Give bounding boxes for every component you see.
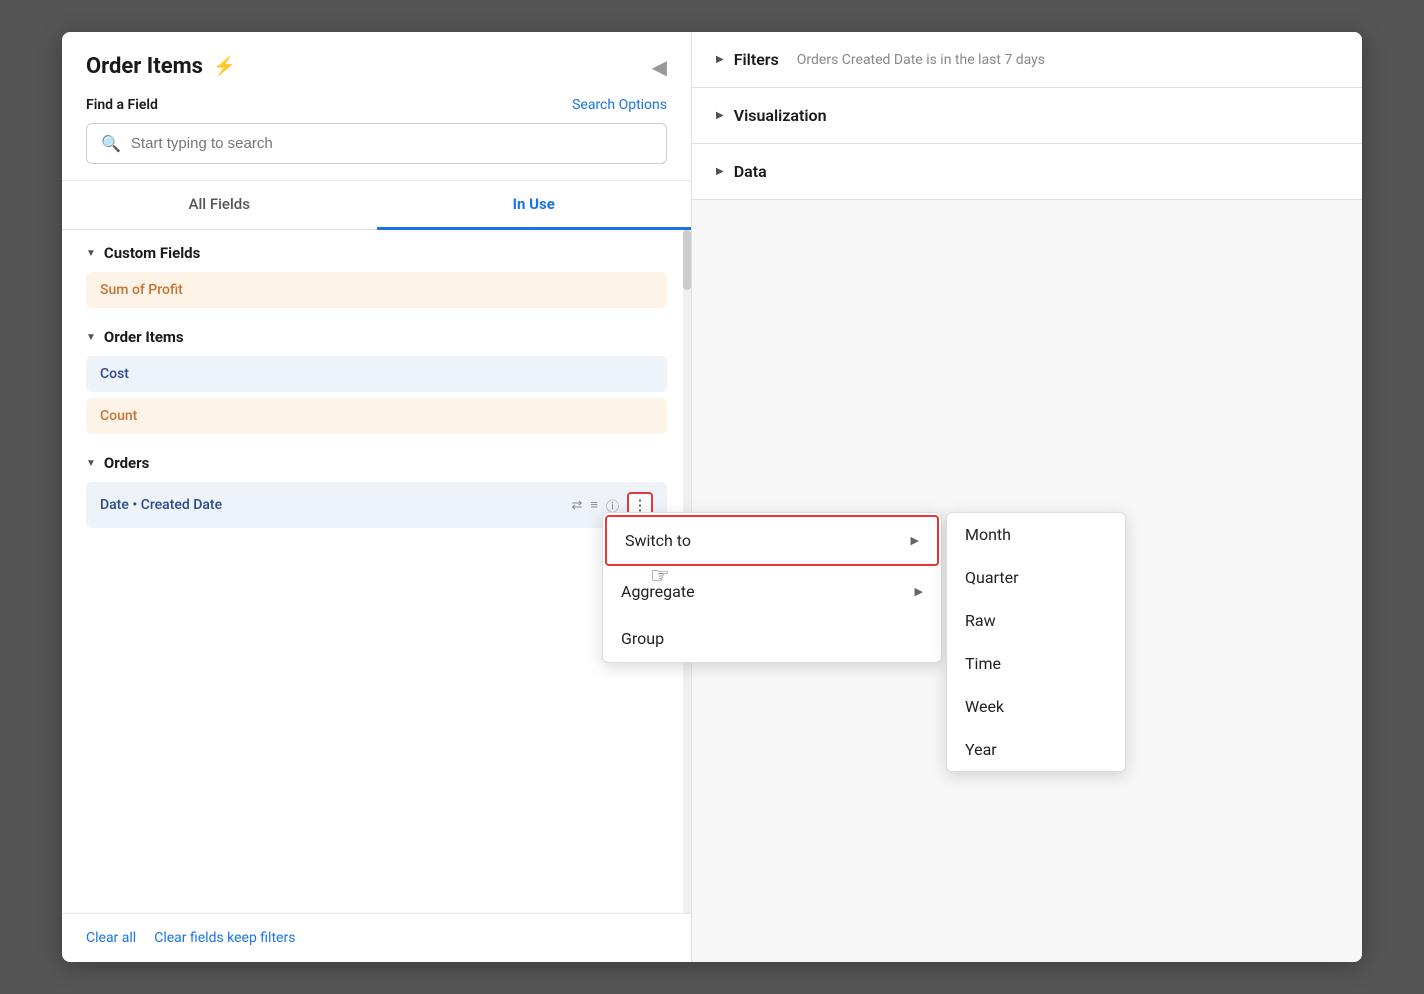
section-header-orders[interactable]: ▼ Orders <box>86 440 667 482</box>
chevron-right-icon: ▶ <box>716 54 724 65</box>
section-header-order-items[interactable]: ▼ Order Items <box>86 314 667 356</box>
left-title-row: Order Items ⚡ <box>86 54 235 79</box>
switch-week-item[interactable]: Week <box>947 685 1125 728</box>
scrollbar-thumb[interactable] <box>683 230 691 290</box>
context-menu-overlay: Switch to ▶ ☞ Aggregate ▶ Group Month Qu… <box>602 512 1126 772</box>
bolt-icon[interactable]: ⚡ <box>213 56 235 77</box>
context-menu-secondary: Month Quarter Raw Time Week Year <box>946 512 1126 772</box>
visualization-section: ▶ Visualization <box>692 88 1362 144</box>
data-section: ▶ Data <box>692 144 1362 200</box>
field-list: ▼ Custom Fields Sum of Profit ▼ Order It… <box>62 230 691 913</box>
switch-time-item[interactable]: Time <box>947 642 1125 685</box>
group-menu-item[interactable]: Group <box>603 615 941 662</box>
chevron-down-icon: ▼ <box>86 458 96 469</box>
filter-icon[interactable]: ≡ <box>590 497 598 513</box>
section-order-items: ▼ Order Items Cost Count <box>62 314 691 434</box>
chevron-down-icon: ▼ <box>86 248 96 259</box>
back-icon[interactable]: ◀ <box>652 55 667 79</box>
tab-in-use[interactable]: In Use <box>377 181 692 230</box>
filters-section-header[interactable]: ▶ Filters Orders Created Date is in the … <box>692 32 1362 87</box>
switch-quarter-item[interactable]: Quarter <box>947 556 1125 599</box>
chevron-right-icon: ▶ <box>716 166 724 177</box>
list-item[interactable]: Sum of Profit <box>86 272 667 308</box>
tab-all-fields[interactable]: All Fields <box>62 181 377 230</box>
search-box: 🔍 <box>86 123 667 164</box>
submenu-arrow-icon: ▶ <box>915 585 923 598</box>
filters-section: ▶ Filters Orders Created Date is in the … <box>692 32 1362 88</box>
find-field-label: Find a Field <box>86 97 158 113</box>
switch-year-item[interactable]: Year <box>947 728 1125 771</box>
switch-month-item[interactable]: Month <box>947 513 1125 556</box>
left-header: Order Items ⚡ ◀ Find a Field Search Opti… <box>62 32 691 181</box>
data-section-header[interactable]: ▶ Data <box>692 144 1362 199</box>
search-input[interactable] <box>131 135 652 152</box>
visualization-section-header[interactable]: ▶ Visualization <box>692 88 1362 143</box>
list-item[interactable]: Date • Created Date ⇄ ≡ ⓘ ⋮ <box>86 482 667 528</box>
list-item[interactable]: Count <box>86 398 667 434</box>
section-header-custom-fields[interactable]: ▼ Custom Fields <box>86 230 667 272</box>
chevron-right-icon: ▶ <box>716 110 724 121</box>
swap-icon[interactable]: ⇄ <box>571 498 582 513</box>
left-header-top: Order Items ⚡ ◀ <box>86 54 667 79</box>
main-window: Order Items ⚡ ◀ Find a Field Search Opti… <box>62 32 1362 962</box>
context-menu-main: Switch to ▶ ☞ Aggregate ▶ Group <box>602 512 942 663</box>
right-panel: ▶ Filters Orders Created Date is in the … <box>692 32 1362 962</box>
submenu-arrow-icon: ▶ <box>911 534 919 547</box>
switch-raw-item[interactable]: Raw <box>947 599 1125 642</box>
chevron-down-icon: ▼ <box>86 332 96 343</box>
section-custom-fields: ▼ Custom Fields Sum of Profit <box>62 230 691 308</box>
switch-to-menu-item[interactable]: Switch to ▶ ☞ <box>605 515 939 566</box>
find-field-row: Find a Field Search Options <box>86 97 667 113</box>
panel-title: Order Items <box>86 54 203 79</box>
search-options-link[interactable]: Search Options <box>572 97 667 113</box>
list-item[interactable]: Cost <box>86 356 667 392</box>
section-orders: ▼ Orders Date • Created Date ⇄ ≡ ⓘ ⋮ <box>62 440 691 528</box>
left-footer: Clear all Clear fields keep filters <box>62 913 691 962</box>
clear-fields-keep-filters-link[interactable]: Clear fields keep filters <box>154 930 295 946</box>
left-panel: Order Items ⚡ ◀ Find a Field Search Opti… <box>62 32 692 962</box>
tabs-row: All Fields In Use <box>62 181 691 230</box>
aggregate-menu-item[interactable]: Aggregate ▶ <box>603 568 941 615</box>
clear-all-link[interactable]: Clear all <box>86 930 136 946</box>
search-icon: 🔍 <box>101 134 121 153</box>
